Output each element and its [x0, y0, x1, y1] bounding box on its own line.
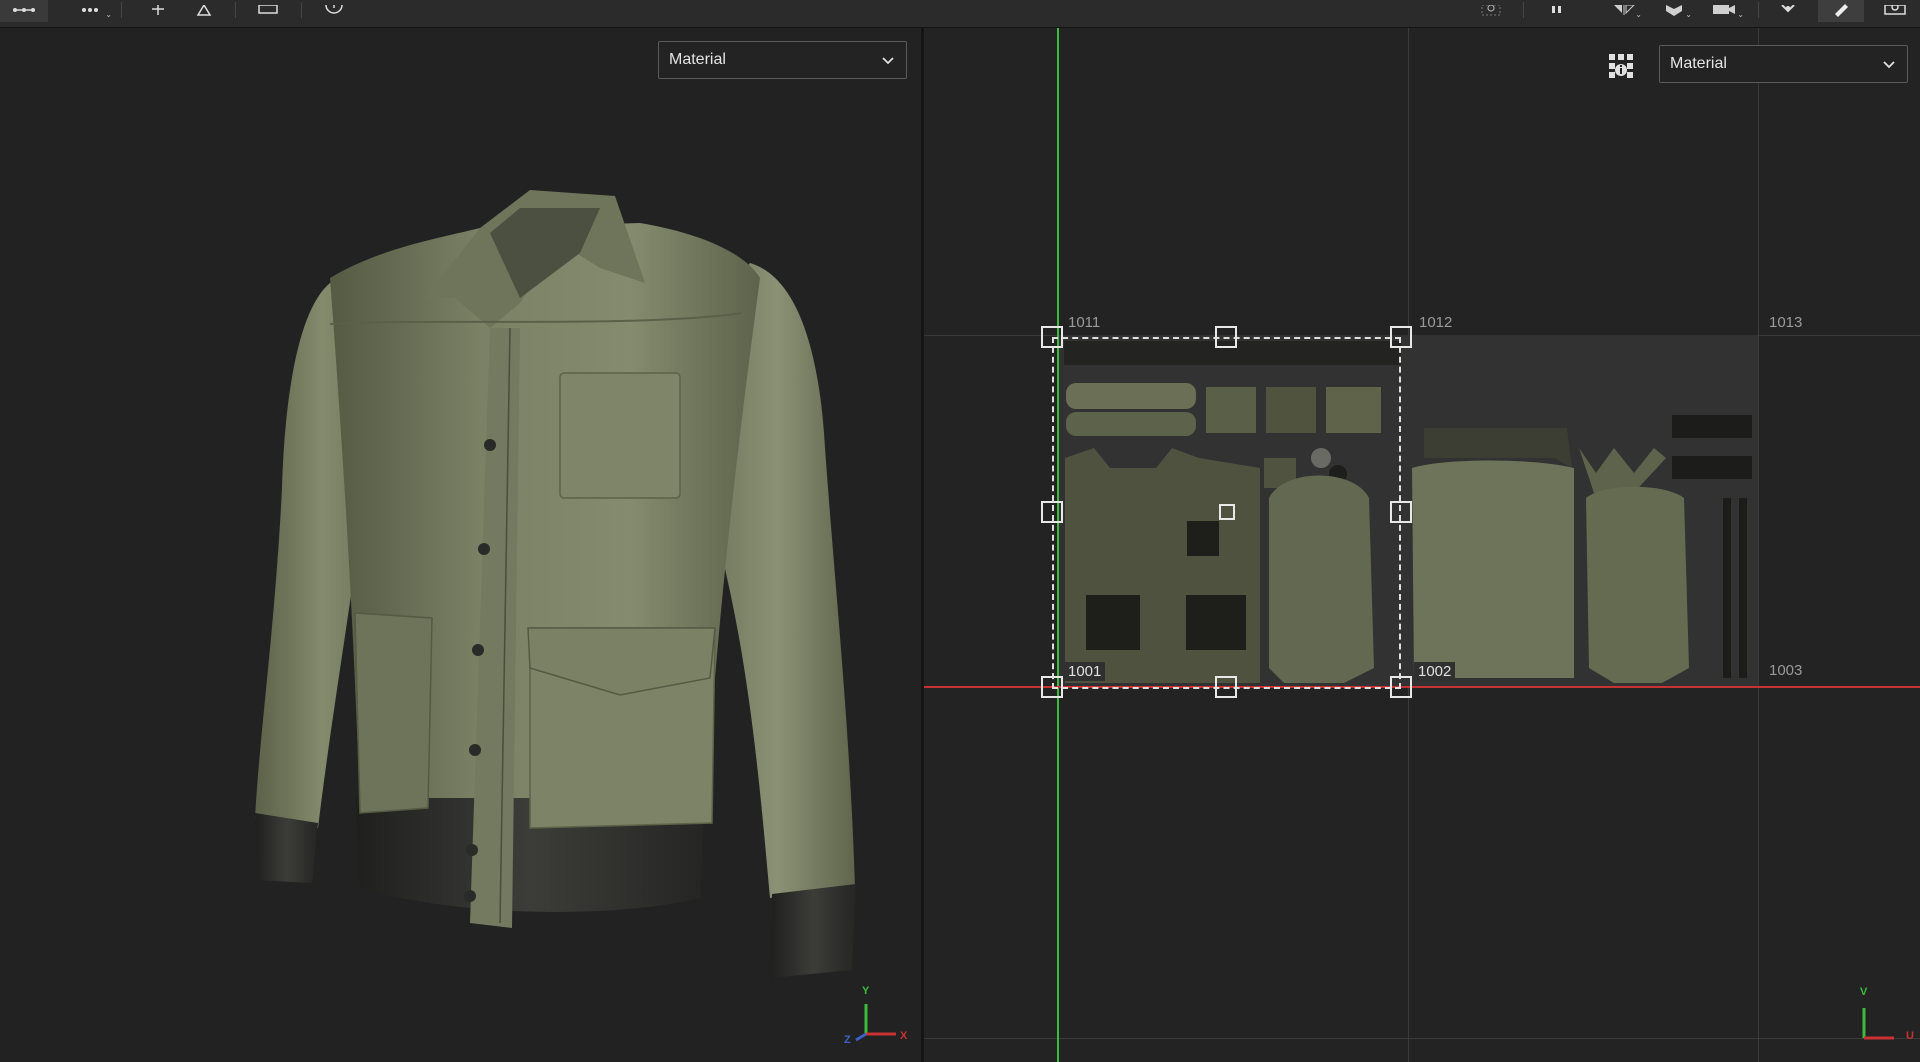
tile-label-1012: 1012	[1419, 314, 1453, 331]
top-toolbar: ⌄ ⌄ ⌄ ⌄	[0, 0, 1920, 28]
toolbar-separator	[1523, 2, 1524, 18]
transform-handle-bottom-left[interactable]	[1041, 676, 1063, 698]
y-axis-label: Y	[862, 985, 870, 997]
toolbar-separator	[121, 2, 122, 18]
zoom-frame-icon[interactable]	[1478, 0, 1504, 22]
toolbar-separator	[235, 2, 236, 18]
brush-icon[interactable]	[1818, 0, 1864, 22]
pause-icon[interactable]	[1544, 0, 1570, 22]
transform-handle-bottom-right[interactable]	[1390, 676, 1412, 698]
more-tools-icon[interactable]: ⌄	[72, 0, 112, 22]
u-axis-label: U	[1906, 1030, 1914, 1042]
clock-icon[interactable]	[320, 0, 348, 22]
screenshot-icon[interactable]	[1880, 0, 1910, 22]
tile-label-1003: 1003	[1769, 662, 1803, 679]
transform-handle-top[interactable]	[1215, 326, 1237, 348]
burst-icon[interactable]	[1774, 0, 1802, 22]
tile-label-1011: 1011	[1068, 314, 1101, 331]
transform-handle-top-right[interactable]	[1390, 326, 1412, 348]
jacket-model[interactable]	[0, 28, 921, 1062]
camera-icon[interactable]: ⌄	[1704, 0, 1744, 22]
cube-icon[interactable]: ⌄	[1656, 0, 1692, 22]
transform-handle-left[interactable]	[1041, 501, 1063, 523]
toolbar-separator	[1758, 2, 1759, 18]
chevron-down-icon	[1883, 61, 1895, 69]
z-axis-label: Z	[844, 1034, 851, 1046]
pin-icon[interactable]	[146, 0, 170, 22]
uv-editor-viewport[interactable]: 1011 1012 1013 1001 1002 1003 Material V…	[924, 28, 1920, 1062]
transform-handle-bottom[interactable]	[1215, 676, 1237, 698]
3d-viewport[interactable]: Material Y X Z	[0, 28, 921, 1062]
transform-handle-center[interactable]	[1219, 504, 1235, 520]
uv-render-mode-value: Material	[1670, 55, 1727, 72]
v-axis-label: V	[1860, 986, 1868, 998]
uv-render-mode-dropdown[interactable]: Material	[1659, 45, 1908, 83]
tile-label-1013: 1013	[1769, 314, 1803, 331]
frame-icon[interactable]	[254, 0, 282, 22]
transform-handle-top-left[interactable]	[1041, 326, 1063, 348]
edit-uv-icon[interactable]	[0, 0, 48, 22]
mirror-icon[interactable]: ⌄	[1606, 0, 1642, 22]
tile-label-1002: 1002	[1414, 662, 1456, 681]
triangle-icon[interactable]	[192, 0, 216, 22]
toolbar-separator	[301, 2, 302, 18]
transform-handle-right[interactable]	[1390, 501, 1412, 523]
x-axis-label: X	[900, 1030, 908, 1042]
uv-grid-settings-icon[interactable]	[1606, 51, 1636, 81]
